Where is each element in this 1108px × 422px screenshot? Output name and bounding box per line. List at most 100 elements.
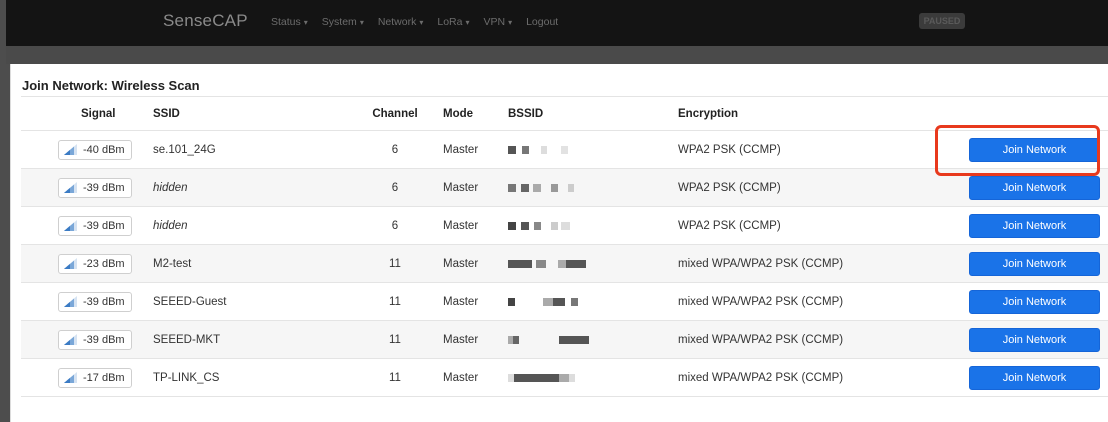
cell-mode: Master bbox=[443, 181, 479, 194]
table-row: -39 dBm SEEED-Guest 11 Master mixed WPA/WPA2… bbox=[21, 283, 1108, 321]
cell-signal: -39 dBm bbox=[58, 169, 148, 206]
redacted-bssid bbox=[508, 259, 586, 269]
redacted-bssid bbox=[508, 145, 568, 155]
nav-menu-label: System bbox=[321, 16, 357, 28]
cell-signal: -17 dBm bbox=[58, 359, 148, 396]
signal-strength-icon bbox=[64, 182, 78, 193]
nav-menu-label: Logout bbox=[526, 16, 559, 28]
cell-channel: 11 bbox=[389, 371, 401, 384]
cell-ssid: M2-test bbox=[153, 257, 192, 270]
join-network-button[interactable]: Join Network bbox=[969, 176, 1100, 200]
cell-mode: Master bbox=[443, 219, 479, 232]
main-menu: Status ▾ System ▾ Network ▾ LoRa ▾ VPN ▾ Logout bbox=[271, 16, 572, 28]
cell-ssid: SEEED-MKT bbox=[153, 333, 221, 346]
signal-value: -39 dBm bbox=[83, 295, 125, 308]
caret-down-icon: ▾ bbox=[303, 18, 308, 27]
nav-menu-logout[interactable]: Logout bbox=[526, 16, 558, 28]
signal-value: -39 dBm bbox=[83, 333, 125, 346]
cell-bssid bbox=[508, 321, 648, 358]
header-band bbox=[6, 46, 1108, 64]
join-network-button[interactable]: Join Network bbox=[969, 252, 1100, 276]
cell-bssid bbox=[508, 131, 648, 168]
join-network-button[interactable]: Join Network bbox=[969, 290, 1100, 314]
screen: SenseCAP Status ▾ System ▾ Network ▾ LoRa ▾ VPN ▾… bbox=[0, 0, 1108, 422]
cell-ssid: hidden bbox=[153, 181, 188, 194]
join-network-button[interactable]: Join Network bbox=[969, 138, 1100, 162]
cell-channel: 6 bbox=[391, 143, 399, 156]
top-navbar: SenseCAP Status ▾ System ▾ Network ▾ LoRa ▾ VPN ▾… bbox=[6, 0, 1108, 46]
cell-mode: Master bbox=[443, 371, 479, 384]
signal-strength-icon bbox=[64, 220, 78, 231]
cell-encryption: WPA2 PSK (CCMP) bbox=[678, 143, 781, 156]
cell-encryption: WPA2 PSK (CCMP) bbox=[678, 219, 781, 232]
nav-menu-lora[interactable]: LoRa ▾ bbox=[437, 16, 469, 28]
cell-mode: Master bbox=[443, 295, 479, 308]
signal-indicator: -39 dBm bbox=[58, 177, 132, 198]
nav-menu-label: Network bbox=[377, 16, 417, 28]
signal-strength-icon bbox=[64, 258, 78, 269]
nav-menu-system[interactable]: System ▾ bbox=[322, 16, 364, 28]
cell-signal: -39 dBm bbox=[58, 283, 148, 320]
caret-down-icon: ▾ bbox=[465, 18, 470, 27]
caret-down-icon: ▾ bbox=[508, 18, 513, 27]
signal-indicator: -39 dBm bbox=[58, 215, 132, 236]
cell-channel: 6 bbox=[391, 219, 399, 232]
signal-value: -23 dBm bbox=[83, 257, 125, 270]
table-header: Signal SSID Channel Mode BSSID Encryptio… bbox=[21, 96, 1108, 131]
cell-ssid: TP-LINK_CS bbox=[153, 371, 220, 384]
nav-menu-status[interactable]: Status ▾ bbox=[271, 16, 308, 28]
cell-channel: 11 bbox=[389, 257, 401, 270]
status-badge: PAUSED bbox=[919, 13, 965, 29]
cell-ssid: SEEED-Guest bbox=[153, 295, 227, 308]
signal-value: -39 dBm bbox=[83, 181, 125, 194]
table-body: -40 dBm se.101_24G 6 Master WPA2 PSK (CCMP) J… bbox=[21, 131, 1108, 397]
cell-encryption: mixed WPA/WPA2 PSK (CCMP) bbox=[678, 371, 844, 384]
cell-mode: Master bbox=[443, 333, 479, 346]
signal-value: -40 dBm bbox=[83, 143, 125, 156]
cell-signal: -23 dBm bbox=[58, 245, 148, 282]
cell-encryption: mixed WPA/WPA2 PSK (CCMP) bbox=[678, 295, 844, 308]
join-network-button[interactable]: Join Network bbox=[969, 366, 1100, 390]
nav-menu-label: LoRa bbox=[437, 16, 463, 28]
join-network-button[interactable]: Join Network bbox=[969, 214, 1100, 238]
wireless-scan-panel: Join Network: Wireless Scan Signal SSID … bbox=[10, 64, 1108, 422]
page-title: Join Network: Wireless Scan bbox=[22, 78, 200, 93]
signal-strength-icon bbox=[64, 144, 78, 155]
table-row: -39 dBm SEEED-MKT 11 Master mixed WPA/WPA2 P… bbox=[21, 321, 1108, 359]
cell-encryption: mixed WPA/WPA2 PSK (CCMP) bbox=[678, 257, 844, 270]
redacted-bssid bbox=[508, 183, 574, 193]
table-row: -39 dBm hidden 6 Master WPA2 PSK (CCMP) Join … bbox=[21, 207, 1108, 245]
caret-down-icon: ▾ bbox=[359, 18, 364, 27]
nav-menu-label: VPN bbox=[483, 16, 506, 28]
redacted-bssid bbox=[508, 373, 575, 383]
cell-channel: 11 bbox=[389, 295, 401, 308]
header-channel: Channel bbox=[372, 107, 418, 120]
nav-menu-network[interactable]: Network ▾ bbox=[378, 16, 424, 28]
cell-signal: -39 dBm bbox=[58, 207, 148, 244]
scan-results-table: Signal SSID Channel Mode BSSID Encryptio… bbox=[21, 96, 1108, 397]
caret-down-icon: ▾ bbox=[419, 18, 424, 27]
header-ssid: SSID bbox=[153, 107, 180, 120]
redacted-bssid bbox=[508, 297, 578, 307]
nav-menu-vpn[interactable]: VPN ▾ bbox=[483, 16, 512, 28]
brand-logo[interactable]: SenseCAP bbox=[163, 11, 248, 31]
header-mode: Mode bbox=[443, 107, 474, 120]
signal-indicator: -39 dBm bbox=[58, 329, 132, 350]
cell-bssid bbox=[508, 245, 648, 282]
signal-value: -17 dBm bbox=[83, 371, 125, 384]
table-row: -39 dBm hidden 6 Master WPA2 PSK (CCMP) Join … bbox=[21, 169, 1108, 207]
signal-strength-icon bbox=[64, 296, 78, 307]
cell-channel: 6 bbox=[391, 181, 399, 194]
table-row: -23 dBm M2-test 11 Master mixed WPA/WPA2 PSK… bbox=[21, 245, 1108, 283]
join-network-button[interactable]: Join Network bbox=[969, 328, 1100, 352]
cell-bssid bbox=[508, 207, 648, 244]
redacted-bssid bbox=[508, 335, 589, 345]
header-encryption: Encryption bbox=[678, 107, 739, 120]
signal-indicator: -17 dBm bbox=[58, 367, 132, 388]
cell-bssid bbox=[508, 283, 648, 320]
signal-strength-icon bbox=[64, 334, 78, 345]
signal-value: -39 dBm bbox=[83, 219, 125, 232]
table-row: -17 dBm TP-LINK_CS 11 Master mixed WPA/WPA2 … bbox=[21, 359, 1108, 397]
cell-mode: Master bbox=[443, 257, 479, 270]
cell-signal: -39 dBm bbox=[58, 321, 148, 358]
